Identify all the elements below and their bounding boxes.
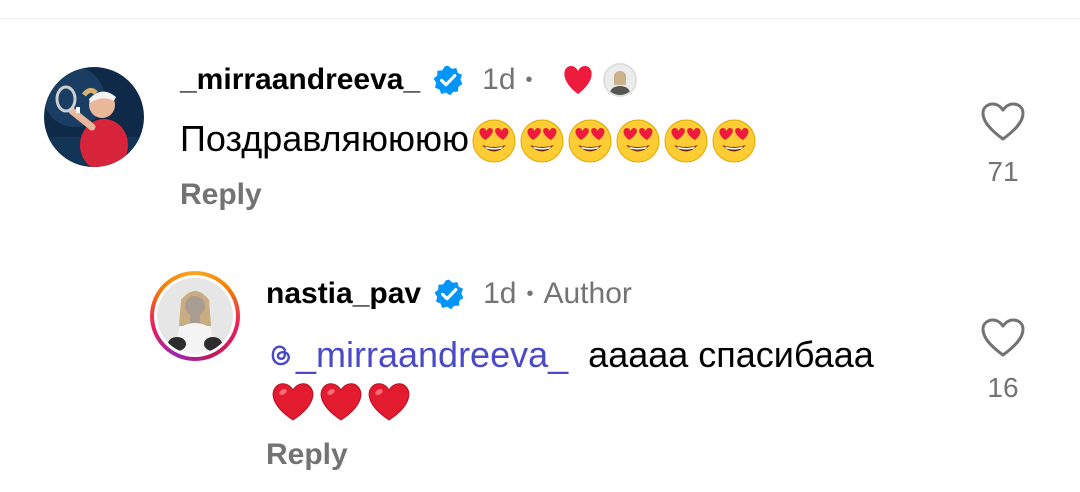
like-button[interactable]: 16 — [973, 318, 1033, 404]
tennis-player-photo — [44, 67, 144, 167]
threads-icon — [271, 345, 290, 366]
reply-text: _mirraandreeva_ ааааа спасибааа — [266, 334, 874, 376]
profile-photo — [157, 278, 233, 354]
heart-eyes-emoji-icon — [616, 119, 660, 163]
mention-link[interactable]: _mirraandreeva_ — [266, 334, 568, 375]
red-heart-emoji-group — [270, 380, 414, 422]
reply-time: 1d — [483, 277, 517, 310]
red-heart-emoji-icon — [272, 383, 314, 422]
mention-username[interactable]: _mirraandreeva_ — [296, 334, 568, 375]
verified-badge-icon — [433, 278, 465, 310]
reply-button[interactable]: Reply — [180, 178, 262, 212]
avatar-mirraandreeva[interactable] — [44, 67, 144, 167]
hearts-line — [268, 378, 414, 422]
red-heart-icon — [563, 66, 592, 94]
heart-eyes-emoji-icon — [664, 119, 708, 163]
heart-eyes-emoji-icon — [568, 119, 612, 163]
comments-thread: _mirraandreeva_ 1d • Поздравляюююю Reply — [0, 0, 1080, 492]
reply-body: ааааа спасибааа — [588, 334, 874, 375]
author-avatar-mini — [602, 63, 637, 97]
heart-outline-icon[interactable] — [981, 102, 1025, 142]
meta-separator: • — [525, 68, 533, 91]
avatar-nastia-pav[interactable] — [157, 278, 233, 354]
avatar-story-ring[interactable] — [150, 271, 240, 361]
comment-header: _mirraandreeva_ 1d • — [180, 60, 637, 100]
comment-body: Поздравляюююю — [180, 118, 470, 159]
divider — [0, 18, 1080, 19]
heart-outline-icon[interactable] — [981, 318, 1025, 358]
meta-separator: • — [526, 282, 534, 305]
heart-eyes-emoji-group — [471, 118, 759, 164]
username[interactable]: _mirraandreeva_ — [180, 63, 420, 97]
author-label: Author — [543, 277, 632, 310]
heart-eyes-emoji-icon — [472, 119, 516, 163]
heart-eyes-emoji-icon — [712, 119, 756, 163]
red-heart-emoji-icon — [320, 383, 362, 422]
reply-button[interactable]: Reply — [266, 438, 348, 472]
reply-header: nastia_pav 1d • Author — [266, 274, 632, 314]
like-count: 71 — [987, 156, 1019, 187]
comment-text: Поздравляюююю — [180, 118, 759, 164]
like-count: 16 — [987, 372, 1019, 403]
like-button[interactable]: 71 — [973, 102, 1033, 188]
comment-time: 1d — [482, 63, 516, 96]
heart-eyes-emoji-icon — [520, 119, 564, 163]
red-heart-emoji-icon — [368, 383, 410, 422]
verified-badge-icon — [432, 64, 464, 96]
username[interactable]: nastia_pav — [266, 277, 421, 311]
